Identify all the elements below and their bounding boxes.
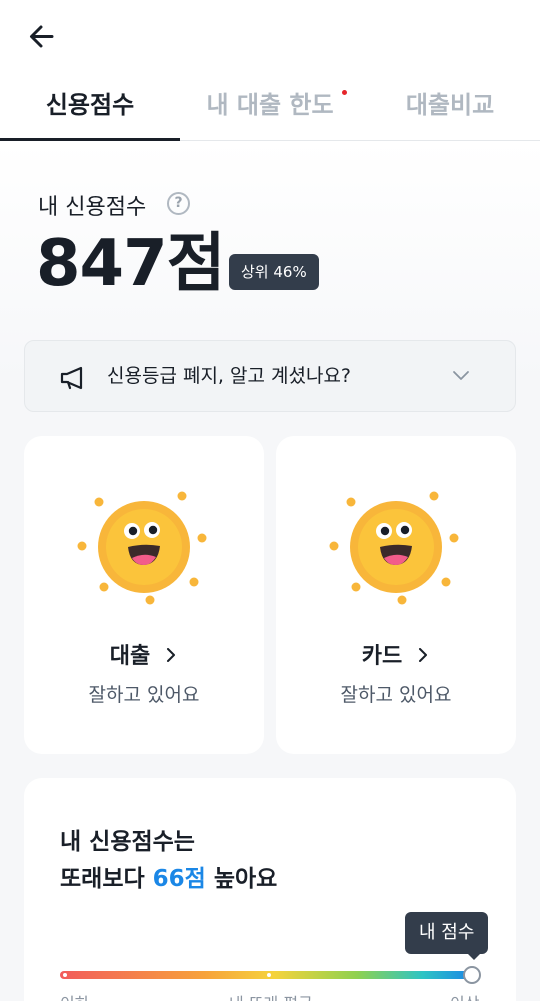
axis-label-high: 이상 — [450, 990, 479, 1001]
tab-loan-compare[interactable]: 대출비교 — [360, 72, 540, 141]
chevron-right-icon — [419, 648, 428, 662]
axis-label-low: 이하 — [60, 990, 89, 1001]
top-bar — [0, 0, 540, 72]
credit-score-page: 내 신용점수 ? 847점 상위 46% 신용등급 폐지, 알고 계셨나요? 대… — [0, 141, 540, 1001]
tab-credit-score[interactable]: 신용점수 — [0, 72, 180, 141]
sun-face-icon — [329, 491, 459, 605]
sun-face-icon — [77, 491, 207, 605]
axis-label-mid: 내 또래 평균 — [229, 990, 313, 1001]
tab-bar: 신용점수 내 대출 한도 대출비교 — [0, 72, 540, 141]
comparison-prefix: 또래보다 — [60, 866, 153, 892]
peer-average-marker — [267, 973, 271, 977]
card-card-label: 카드 — [361, 644, 403, 669]
new-indicator-dot — [342, 90, 347, 95]
tooltip-tail — [467, 953, 481, 960]
chevron-down-icon — [453, 371, 469, 380]
megaphone-icon — [60, 366, 83, 390]
credit-score-value: 847점 — [36, 227, 225, 301]
score-difference: 66점 — [152, 866, 206, 892]
loan-status-card[interactable]: 대출 잘하고 있어요 — [24, 436, 264, 754]
bar-start-marker — [63, 973, 67, 977]
score-label: 내 신용점수 — [38, 195, 147, 220]
comparison-suffix: 높아요 — [205, 866, 278, 892]
rank-badge: 상위 46% — [229, 254, 319, 290]
notice-banner[interactable]: 신용등급 폐지, 알고 계셨나요? — [24, 340, 516, 412]
my-score-marker — [463, 966, 481, 984]
peer-comparison-card: 내 신용점수는 또래보다 66점 높아요 내 점수 이하 내 또래 평균 이상 — [24, 778, 516, 1001]
loan-card-status: 잘하고 있어요 — [88, 684, 200, 706]
notice-text: 신용등급 폐지, 알고 계셨나요? — [107, 365, 352, 387]
comparison-heading-line1: 내 신용점수는 — [60, 829, 195, 855]
back-arrow-icon[interactable] — [22, 18, 62, 58]
chevron-right-icon — [167, 648, 176, 662]
score-gradient-bar — [60, 971, 472, 979]
tab-my-loan-limit[interactable]: 내 대출 한도 — [180, 72, 360, 141]
loan-card-label: 대출 — [109, 644, 151, 669]
loan-card-title: 대출 — [24, 638, 264, 670]
card-card-title: 카드 — [276, 638, 516, 670]
card-status-card[interactable]: 카드 잘하고 있어요 — [276, 436, 516, 754]
help-icon[interactable]: ? — [167, 192, 190, 215]
my-score-tooltip: 내 점수 — [405, 912, 489, 954]
card-card-status: 잘하고 있어요 — [340, 684, 452, 706]
comparison-heading-line2: 또래보다 66점 높아요 — [60, 859, 277, 893]
